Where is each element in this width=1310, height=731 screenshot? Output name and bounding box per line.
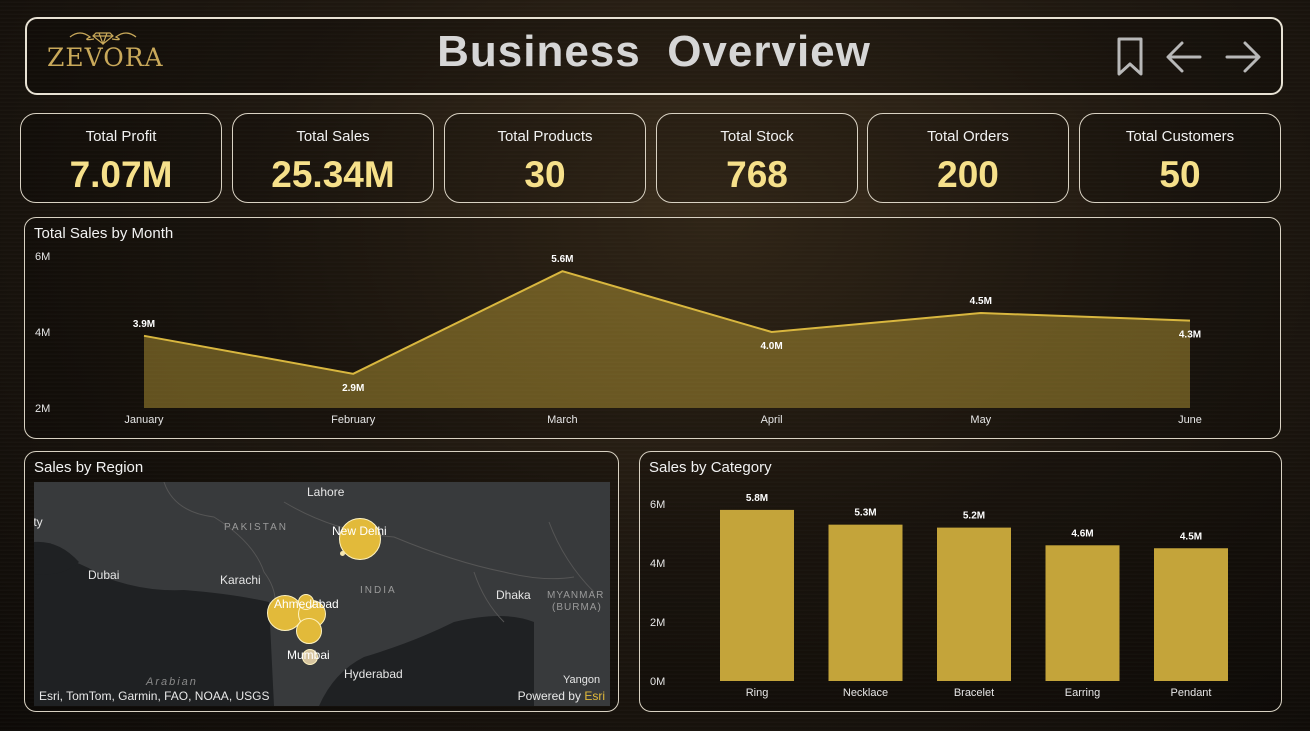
map-label-burma: (BURMA) [552, 602, 602, 613]
data-label: 4.3M [1179, 330, 1201, 341]
kpi-card-total-stock[interactable]: Total Stock 768 [656, 113, 858, 203]
map-label-ahmedabad: Ahmedabad [274, 597, 339, 611]
map-label-india: INDIA [360, 585, 397, 596]
x-tick-label: Necklace [843, 687, 888, 699]
x-tick-label: March [547, 414, 578, 426]
arrow-right-icon[interactable] [1223, 37, 1263, 77]
x-tick-label: Pendant [1171, 687, 1212, 699]
map-bubble-ahmedabad-3[interactable] [296, 618, 322, 644]
x-tick-label: May [970, 414, 991, 426]
bookmark-icon[interactable] [1115, 37, 1145, 77]
header-banner: ZEVORA Business Overview [25, 17, 1283, 95]
chart-title: Sales by Region [34, 459, 144, 476]
arrow-left-icon[interactable] [1164, 37, 1204, 77]
bar [1045, 545, 1120, 681]
map-label-city: City [34, 515, 43, 529]
kpi-value: 768 [726, 154, 788, 195]
map-label-karachi: Karachi [220, 573, 261, 587]
data-label: 5.6M [551, 254, 573, 265]
kpi-label: Total Sales [296, 128, 370, 145]
y-tick-label: 2M [35, 403, 50, 415]
kpi-label: Total Products [497, 128, 593, 145]
area-fill [144, 271, 1190, 408]
map-label-arabian: Arabian [146, 676, 198, 688]
kpi-card-total-profit[interactable]: Total Profit 7.07M [20, 113, 222, 203]
x-tick-label: Ring [746, 687, 769, 699]
kpi-card-total-customers[interactable]: Total Customers 50 [1079, 113, 1281, 203]
kpi-value: 7.07M [69, 154, 173, 195]
map-label-dhaka: Dhaka [496, 588, 531, 602]
y-tick-label: 2M [650, 617, 665, 629]
kpi-value: 200 [937, 154, 999, 195]
data-label: 4.5M [1180, 531, 1202, 542]
map-label-mumbai: Mumbai [287, 648, 330, 662]
x-tick-label: Earring [1065, 687, 1100, 699]
kpi-card-total-products[interactable]: Total Products 30 [444, 113, 646, 203]
kpi-value: 30 [524, 154, 566, 195]
y-tick-label: 0M [650, 676, 665, 688]
map-label-hyderabad: Hyderabad [344, 667, 403, 681]
sales-by-category-chart[interactable]: Sales by Category 0M 2M 4M 6M 5.8M Ring 5.3M Ne… [639, 451, 1282, 712]
kpi-value: 25.34M [271, 154, 395, 195]
data-label: 4.5M [970, 296, 992, 307]
x-tick-label: April [761, 414, 783, 426]
map-label-myanmar: MYANMAR [547, 590, 605, 601]
data-label: 3.9M [133, 319, 155, 330]
bar [937, 527, 1011, 681]
y-tick-label: 4M [650, 558, 665, 570]
x-tick-label: Bracelet [954, 687, 994, 699]
area-chart-svg: 2M 4M 6M January 3.9M February 2.9M March 5.6M Ap… [35, 251, 1202, 426]
kpi-label: Total Orders [927, 128, 1009, 145]
data-label: 4.0M [760, 341, 782, 352]
data-label: 5.8M [746, 493, 768, 504]
x-tick-label: January [124, 414, 164, 426]
kpi-label: Total Stock [720, 128, 794, 145]
bar-chart-svg: 0M 2M 4M 6M 5.8M Ring 5.3M Necklace 5.2M Bracelet… [650, 493, 1228, 699]
map-powered-by: Powered by Esri [517, 689, 605, 703]
map-label-lahore: Lahore [307, 485, 345, 499]
bar [1154, 548, 1228, 681]
y-tick-label: 6M [35, 251, 50, 263]
map-label-yangon: Yangon [563, 674, 601, 686]
kpi-label: Total Customers [1125, 128, 1235, 145]
data-label: 2.9M [342, 383, 364, 394]
map-bubble-small[interactable] [340, 551, 345, 556]
sales-by-region-map[interactable]: Sales by Region Lahore PAKISTAN New Delh… [24, 451, 619, 712]
y-tick-label: 6M [650, 499, 665, 511]
map-attribution: Esri, TomTom, Garmin, FAO, NOAA, USGS [39, 689, 270, 703]
map-label-pakistan: PAKISTAN [224, 522, 288, 533]
bar [828, 524, 903, 681]
data-label: 5.2M [963, 511, 985, 522]
x-tick-label: February [331, 414, 376, 426]
map-label-dubai: Dubai [88, 568, 120, 582]
data-label: 4.6M [1071, 528, 1093, 539]
y-tick-label: 4M [35, 327, 50, 339]
map-canvas[interactable]: Lahore PAKISTAN New Delhi Dubai Karachi … [34, 482, 610, 706]
esri-link[interactable]: Esri [584, 689, 605, 703]
sales-by-month-chart[interactable]: Total Sales by Month 2M 4M 6M January 3.9M Fe… [24, 217, 1281, 439]
x-tick-label: June [1178, 414, 1202, 426]
kpi-value: 50 [1159, 154, 1201, 195]
bar [720, 509, 794, 681]
kpi-card-total-sales[interactable]: Total Sales 25.34M [232, 113, 434, 203]
page-title: Business Overview [437, 27, 871, 76]
map-label-new-delhi: New Delhi [332, 524, 387, 538]
kpi-card-total-orders[interactable]: Total Orders 200 [867, 113, 1069, 203]
kpi-label: Total Profit [85, 128, 157, 145]
data-label: 5.3M [854, 508, 876, 519]
